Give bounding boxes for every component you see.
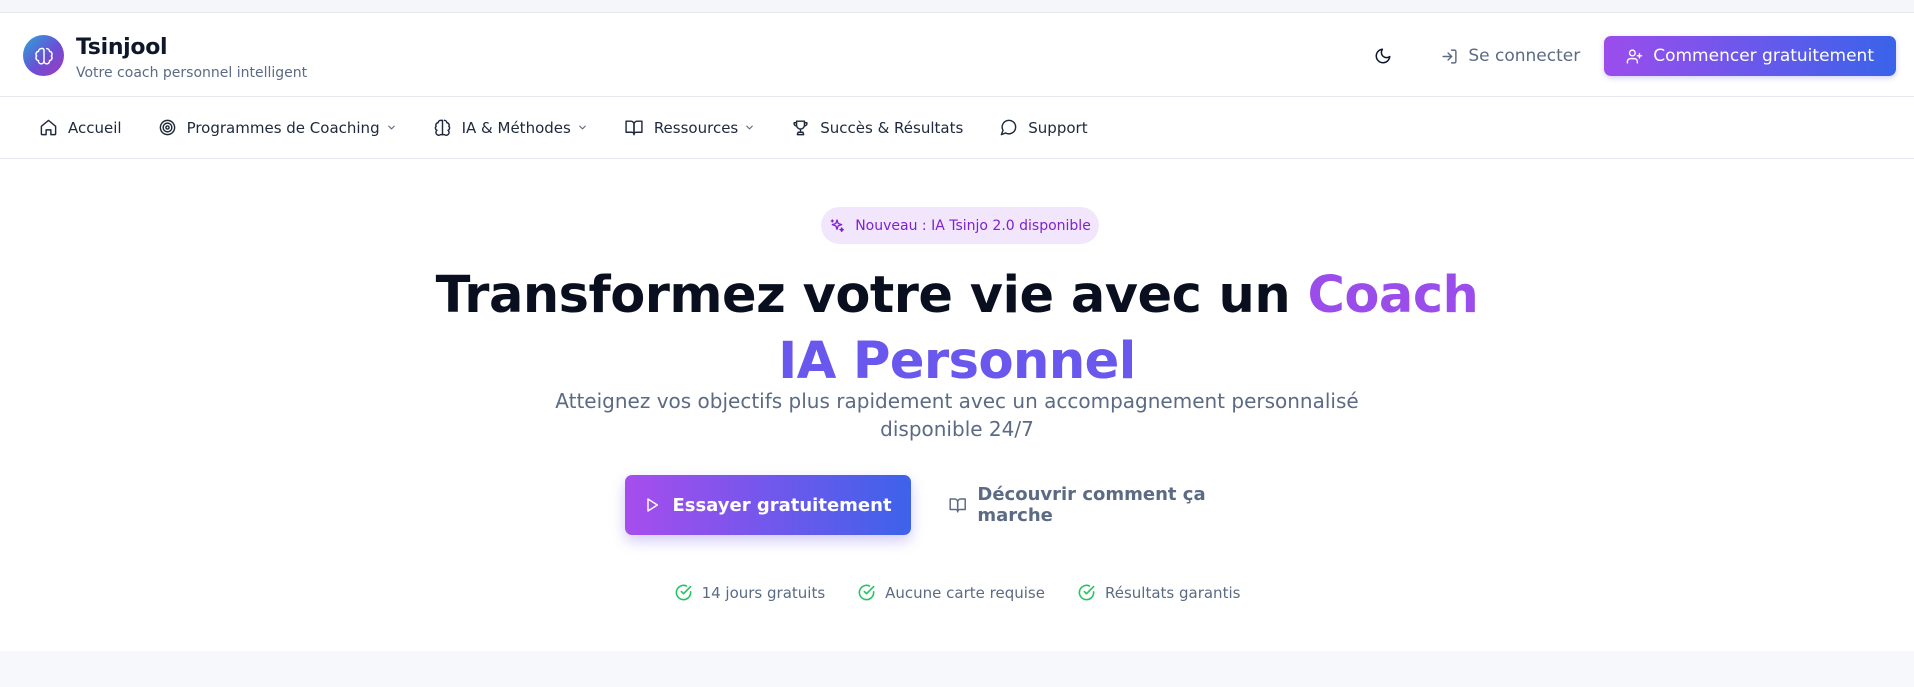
chevron-down-icon [387,125,395,130]
theme-toggle-button[interactable] [1363,36,1403,76]
brand[interactable]: Tsinjool Votre coach personnel intellige… [23,35,307,82]
login-button[interactable]: Se connecter [1441,46,1580,66]
hero-subtitle: Atteignez vos objectifs plus rapidement … [555,389,1359,441]
chevron-down-icon [746,125,754,130]
feature-label: 14 jours gratuits [701,583,826,602]
discover-how-label: Découvrir comment ça marche [977,484,1206,526]
nav-item-support[interactable]: Support [999,118,1088,137]
try-free-button[interactable]: Essayer gratuitement [625,475,911,535]
book-open-icon [949,498,966,513]
nav-item-ia-methodes[interactable]: IA & Méthodes [433,118,588,137]
book-icon [625,120,643,136]
badge-label: Nouveau : IA Tsinjo 2.0 disponible [855,217,1091,234]
headline-text: Transformez votre vie avec un [435,266,1308,325]
brain-icon [434,119,450,136]
login-icon [1442,48,1457,64]
discover-how-button[interactable]: Découvrir comment ça marche [948,475,1278,535]
headline-accent-coach: Coach [1307,266,1479,325]
start-free-button[interactable]: Commencer gratuitement [1604,36,1896,76]
headline-accent-ia: IA Personnel [778,332,1136,391]
moon-icon [1375,48,1391,64]
brain-icon [23,35,64,76]
announcement-badge: Nouveau : IA Tsinjo 2.0 disponible [821,207,1099,244]
check-circle-icon [1078,584,1095,601]
sparkles-icon [830,218,845,232]
header-actions: Se connecter Commencer gratuitement [1363,36,1896,76]
nav-item-ressources[interactable]: Ressources [624,118,755,137]
feature-list: 14 jours gratuits Aucune carte requise R… [0,583,1914,602]
check-circle-icon [858,584,875,601]
feature-label: Résultats garantis [1104,583,1241,602]
nav-item-label: Accueil [68,118,122,137]
brand-name: Tsinjool [76,35,168,60]
play-icon [647,498,659,512]
target-icon [159,119,175,136]
chevron-down-icon [578,125,586,130]
main-nav: Accueil Programmes de Coaching IA & Méth… [0,97,1914,159]
nav-item-label: Succès & Résultats [820,118,964,137]
try-free-label: Essayer gratuitement [672,494,892,516]
nav-item-label: IA & Méthodes [461,118,571,137]
feature-label: Aucune carte requise [885,583,1045,602]
brand-tagline: Votre coach personnel intelligent [76,65,308,81]
start-free-label: Commencer gratuitement [1653,46,1874,66]
user-plus-icon [1626,48,1643,64]
check-circle-icon [675,584,691,601]
feature-item: 14 jours gratuits [674,583,826,602]
feature-item: Aucune carte requise [857,583,1045,602]
nav-item-label: Ressources [653,118,739,137]
nav-item-accueil[interactable]: Accueil [39,118,122,137]
nav-item-label: Programmes de Coaching [186,118,380,137]
nav-item-label: Support [1028,118,1088,137]
home-icon [40,119,57,136]
login-label: Se connecter [1468,46,1581,66]
brand-text: Tsinjool Votre coach personnel intellige… [76,35,307,82]
nav-item-programmes[interactable]: Programmes de Coaching [158,118,397,137]
header: Tsinjool Votre coach personnel intellige… [0,12,1914,97]
hero-headline: Transformez votre vie avec un Coach IA P… [0,263,1914,395]
chat-icon [1000,119,1017,136]
feature-item: Résultats garantis [1077,583,1240,602]
nav-item-succes[interactable]: Succès & Résultats [791,118,963,137]
hero-section: Nouveau : IA Tsinjo 2.0 disponible Trans… [0,159,1914,651]
page: Tsinjool Votre coach personnel intellige… [0,0,1914,687]
trophy-icon [793,120,808,136]
next-section-edge [0,651,1914,687]
